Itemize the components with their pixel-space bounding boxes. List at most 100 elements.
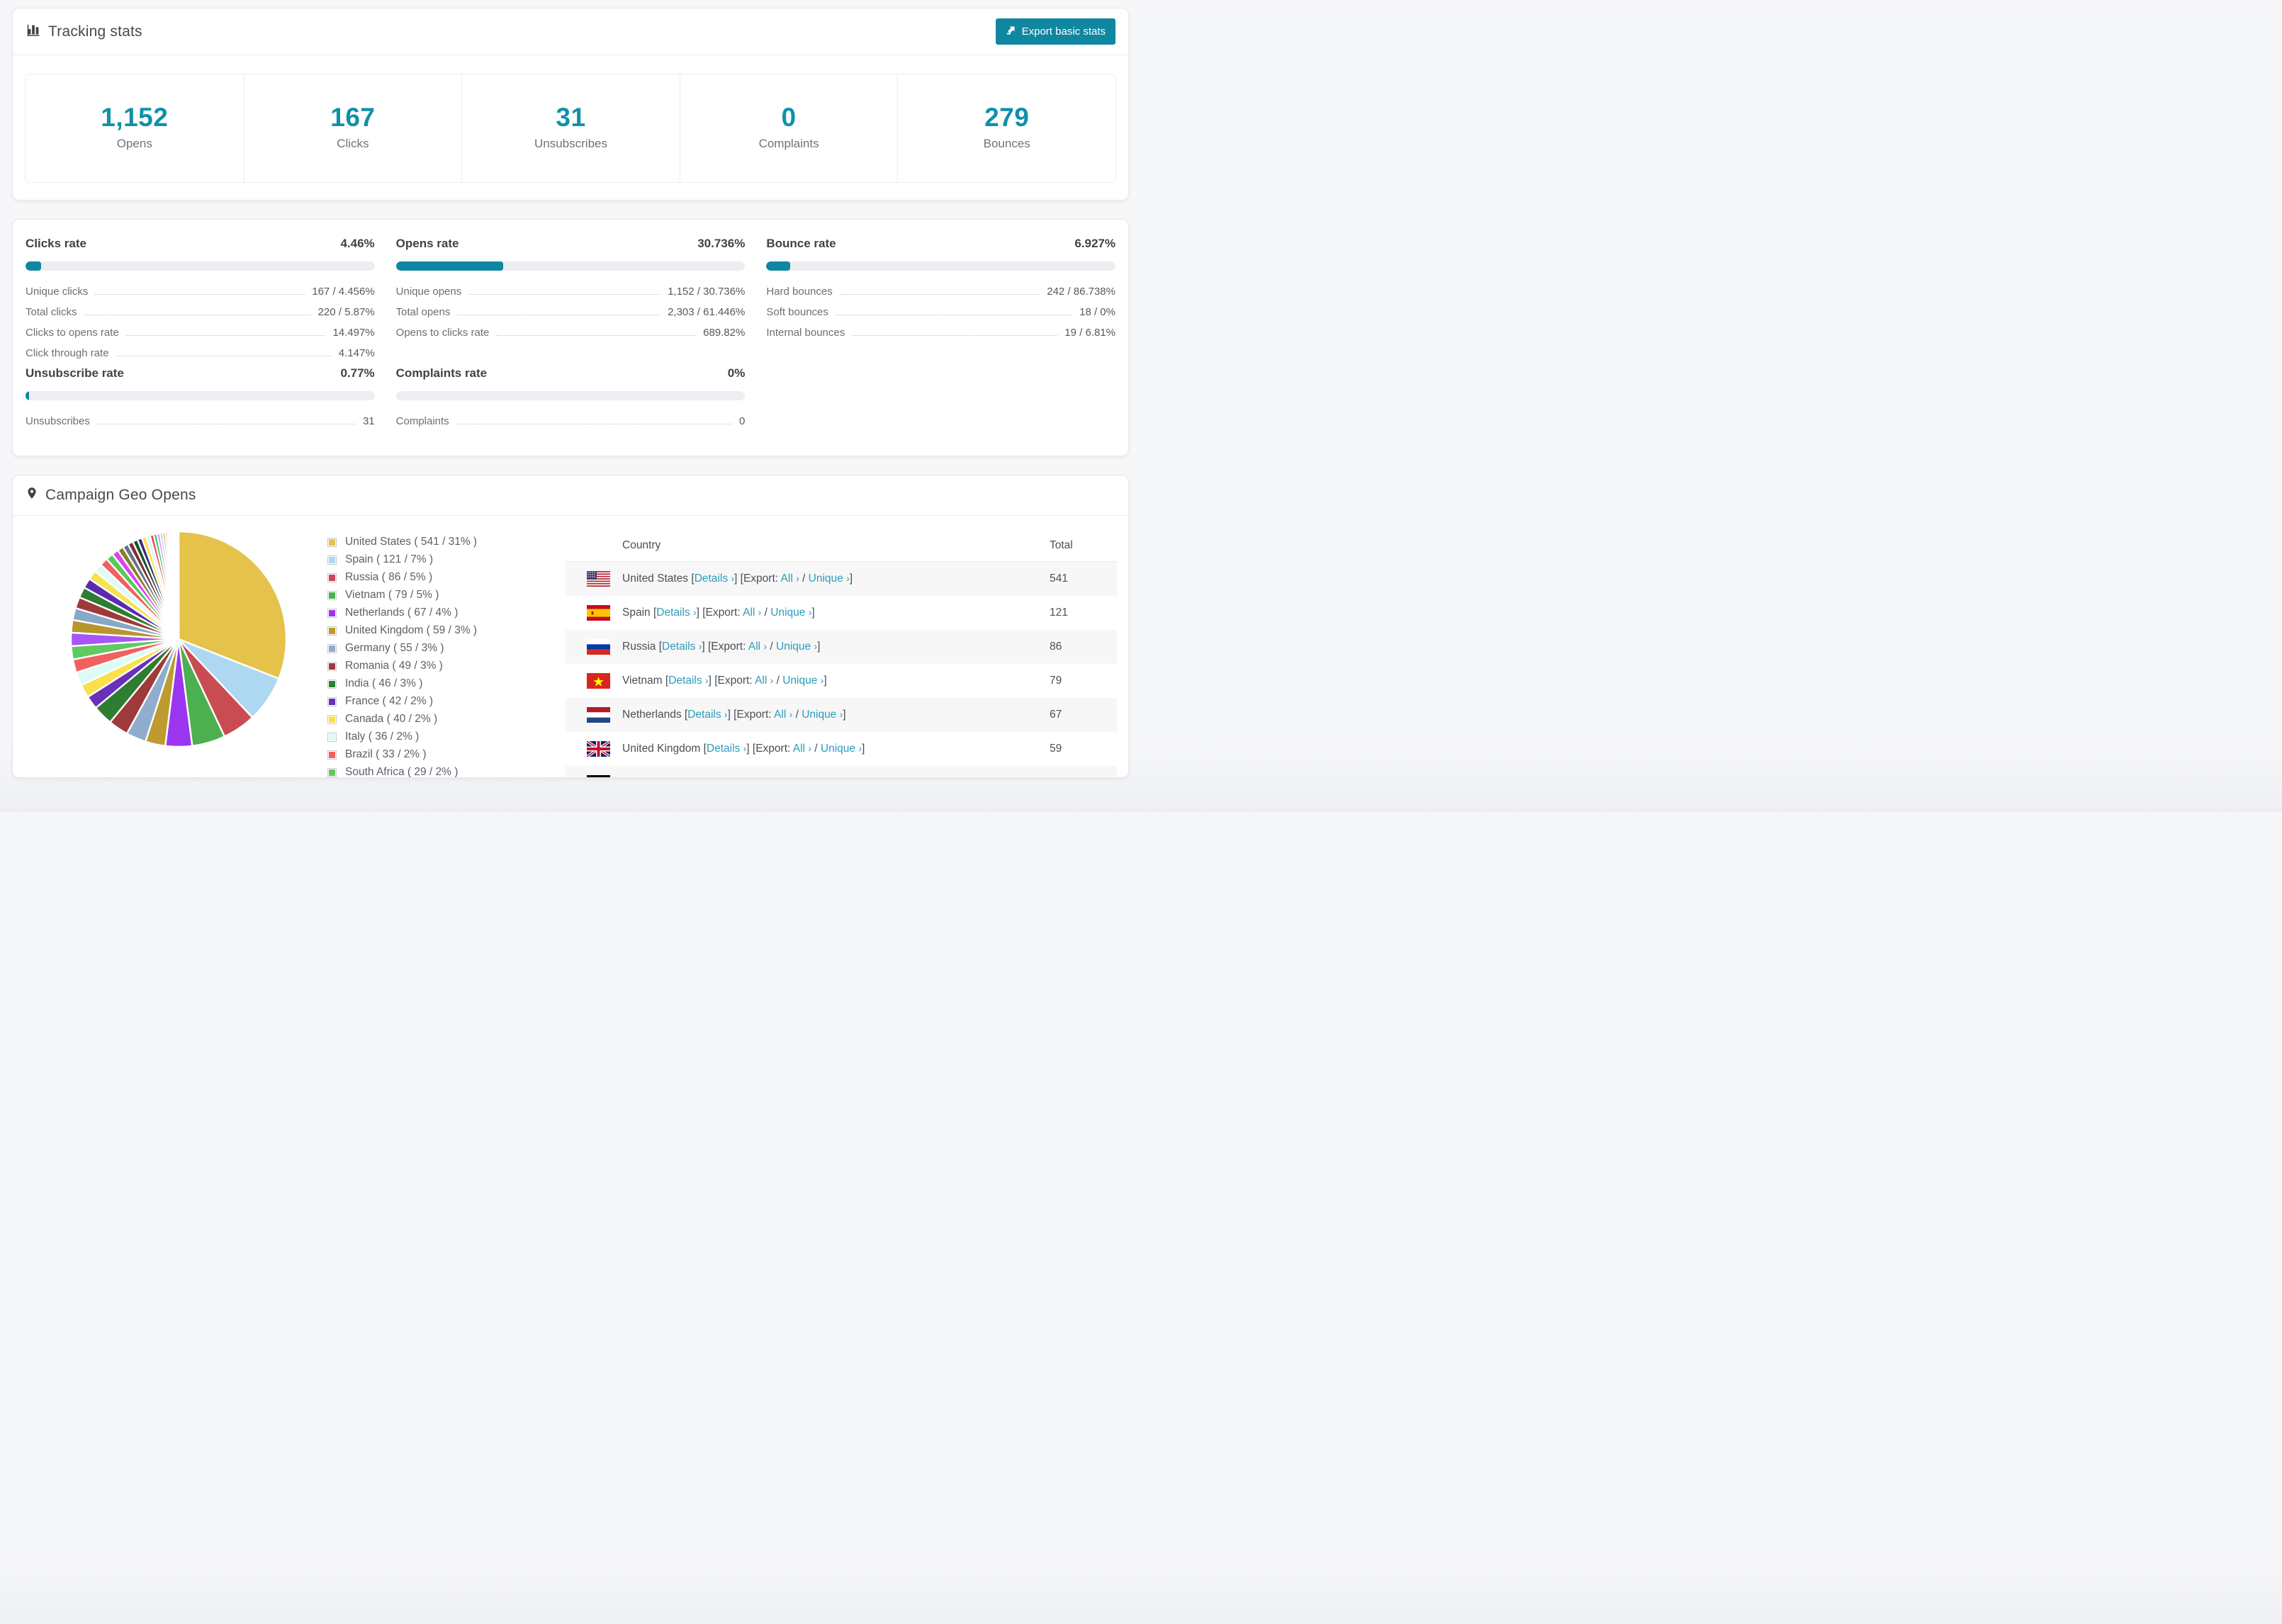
progress-fill	[395, 261, 504, 271]
progress-track	[395, 391, 746, 400]
export-all-link[interactable]: All ›	[781, 573, 799, 585]
stat-label: Unsubscribes	[534, 137, 607, 150]
geo-opens-card: Campaign Geo Opens United States ( 541 /…	[12, 475, 1129, 778]
legend-item[interactable]: Brazil ( 33 / 2% )	[327, 748, 526, 761]
rate-row-leader	[496, 335, 697, 336]
legend-item[interactable]: Germany ( 55 / 3% )	[327, 642, 526, 655]
stat-value: 279	[984, 103, 1030, 132]
stat-cell: 0 Complaints	[679, 74, 898, 182]
legend-item[interactable]: Romania ( 49 / 3% )	[327, 660, 526, 672]
rate-row-label: Total clicks	[26, 306, 77, 318]
rate-row-leader	[852, 335, 1058, 336]
country-flag-vn	[587, 673, 610, 689]
stat-value: 167	[330, 103, 376, 132]
legend-swatch	[327, 750, 337, 760]
rate-head: Complaints rate 0%	[396, 366, 746, 380]
rate-row: Unique opens 1,152 / 30.736%	[396, 286, 746, 298]
export-all-link[interactable]: All ›	[748, 641, 767, 653]
stat-value: 1,152	[101, 103, 169, 132]
legend-item[interactable]: South Africa ( 29 / 2% )	[327, 766, 526, 778]
legend-label: Canada ( 40 / 2% )	[345, 713, 438, 725]
progress-track	[766, 261, 1115, 271]
export-basic-stats-button[interactable]: Export basic stats	[995, 18, 1115, 45]
legend-swatch	[327, 643, 337, 653]
legend-item[interactable]: Russia ( 86 / 5% )	[327, 571, 526, 584]
details-link[interactable]: Details ›	[687, 709, 727, 721]
table-row: United Kingdom [Details ›] [Export: All …	[566, 732, 1117, 766]
total-value: 59	[1050, 743, 1062, 755]
progress-fill	[26, 261, 41, 271]
legend-item[interactable]: Spain ( 121 / 7% )	[327, 553, 526, 566]
legend-label: South Africa ( 29 / 2% )	[345, 766, 459, 778]
export-icon	[1006, 25, 1016, 38]
legend-label: Vietnam ( 79 / 5% )	[345, 589, 439, 601]
total-value: 55	[1050, 777, 1117, 778]
legend-item[interactable]: India ( 46 / 3% )	[327, 677, 526, 690]
rate-row-label: Unsubscribes	[26, 415, 90, 427]
details-link[interactable]: Details ›	[662, 641, 702, 653]
stat-value: 0	[781, 103, 797, 132]
rates-grid: Clicks rate 4.46% Unique clicks 167 / 4.456…	[26, 237, 1115, 427]
total-value: 67	[1050, 709, 1062, 721]
export-unique-link[interactable]: Unique ›	[770, 607, 811, 619]
export-unique-link[interactable]: Unique ›	[782, 675, 824, 687]
details-link[interactable]: Details ›	[656, 607, 696, 619]
export-unique-link[interactable]: Unique ›	[776, 641, 817, 653]
legend-item[interactable]: Netherlands ( 67 / 4% )	[327, 607, 526, 619]
export-unique-link[interactable]: Unique ›	[787, 777, 828, 778]
total-value: 121	[1050, 607, 1068, 619]
legend-label: Italy ( 36 / 2% )	[345, 731, 420, 743]
export-all-link[interactable]: All ›	[755, 675, 773, 687]
details-link[interactable]: Details ›	[707, 743, 746, 755]
rate-row-value: 19 / 6.81%	[1064, 327, 1115, 339]
country-name: Russia	[622, 641, 656, 653]
export-all-link[interactable]: All ›	[760, 777, 778, 778]
country-flag-es	[587, 605, 610, 621]
rate-section-4: Complaints rate 0% Complaints 0	[395, 366, 746, 427]
legend-item[interactable]: United Kingdom ( 59 / 3% )	[327, 624, 526, 637]
table-header-total: Total	[1050, 539, 1073, 551]
export-all-link[interactable]: All ›	[774, 709, 792, 721]
export-unique-link[interactable]: Unique ›	[809, 573, 850, 585]
legend-label: Romania ( 49 / 3% )	[345, 660, 443, 672]
legend-item[interactable]: Vietnam ( 79 / 5% )	[327, 589, 526, 602]
rate-row-label: Complaints	[395, 415, 449, 427]
export-all-link[interactable]: All ›	[793, 743, 811, 755]
rate-row: Opens to clicks rate 689.82%	[396, 327, 746, 339]
legend-item[interactable]: Italy ( 36 / 2% )	[327, 731, 526, 743]
table-row: Russia [Details ›] [Export: All › / Uniq…	[566, 630, 1117, 664]
stat-cell: 31 Unsubscribes	[461, 74, 680, 182]
country-name: Spain	[622, 607, 651, 619]
legend-swatch	[327, 714, 337, 724]
rate-row-label: Hard bounces	[766, 286, 833, 298]
legend-item[interactable]: United States ( 541 / 31% )	[327, 536, 526, 548]
rate-row: Total opens 2,303 / 61.446%	[396, 306, 746, 318]
legend-item[interactable]: Canada ( 40 / 2% )	[327, 713, 526, 726]
details-link[interactable]: Details ›	[668, 675, 708, 687]
rate-row-leader	[839, 294, 1040, 295]
tracking-stats-header: Tracking stats Export basic stats	[13, 9, 1128, 55]
stats-summary-box: 1,152 Opens 167 Clicks 31 Unsubscribes 0 Compla…	[25, 74, 1116, 183]
country-name: Vietnam	[622, 675, 663, 687]
rate-section-3: Unsubscribe rate 0.77% Unsubscribes 31	[26, 366, 375, 427]
rate-title: Unsubscribe rate	[26, 366, 124, 380]
export-unique-link[interactable]: Unique ›	[821, 743, 862, 755]
section-title: Campaign Geo Opens	[45, 487, 196, 503]
rate-row-value: 31	[362, 415, 375, 427]
rate-row-label: Opens to clicks rate	[395, 327, 490, 339]
legend-swatch	[327, 732, 337, 742]
export-all-link[interactable]: All ›	[743, 607, 761, 619]
rate-row-leader	[95, 294, 305, 295]
details-link[interactable]: Details ›	[695, 573, 734, 585]
rate-row-value: 18 / 0%	[1079, 306, 1115, 318]
rate-row-label: Unique clicks	[26, 286, 89, 298]
rate-value: 0%	[727, 366, 746, 380]
legend-item[interactable]: France ( 42 / 2% )	[327, 695, 526, 708]
rate-value: 6.927%	[1074, 237, 1115, 250]
table-row: Vietnam [Details ›] [Export: All › / Uni…	[566, 664, 1117, 698]
stat-cell: 1,152 Opens	[26, 74, 244, 182]
rate-row: Unsubscribes 31	[26, 415, 375, 427]
export-unique-link[interactable]: Unique ›	[802, 709, 843, 721]
country-cell: United Kingdom [Details ›] [Export: All …	[622, 743, 865, 755]
details-link[interactable]: Details ›	[673, 777, 713, 778]
